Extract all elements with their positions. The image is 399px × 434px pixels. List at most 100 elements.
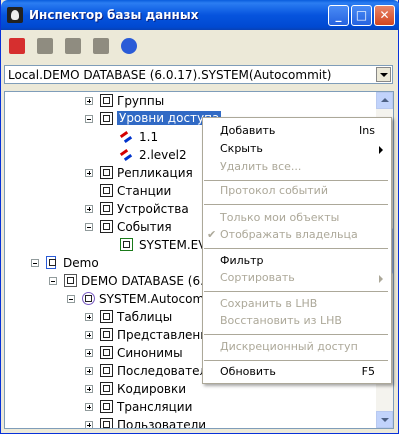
access-level-icon — [120, 148, 134, 160]
tree-node-label: Кодировки — [117, 382, 187, 396]
lock-icon — [65, 38, 81, 54]
collapse-icon[interactable] — [31, 259, 39, 267]
table-button[interactable] — [89, 34, 113, 58]
folder-icon — [100, 94, 113, 107]
tree-node-label: SYSTEM.Autocom — [99, 292, 205, 306]
menu-item-label: Обновить — [220, 365, 276, 378]
menu-item-label: Скрыть — [220, 142, 263, 155]
collapse-icon[interactable] — [67, 295, 75, 303]
tree-node-label: Репликация — [117, 166, 193, 180]
add-icon — [9, 38, 25, 54]
expand-icon[interactable] — [85, 331, 93, 339]
expand-icon[interactable] — [85, 421, 93, 428]
expand-icon[interactable] — [85, 349, 93, 357]
menu-item-save-lhb[interactable]: Сохранить в LHB — [203, 296, 389, 313]
maximize-button[interactable]: □ — [351, 5, 372, 26]
context-menu: Добавить Ins Скрыть Удалить все... Прото… — [202, 117, 392, 384]
menu-item-label: Протокол событий — [220, 184, 328, 197]
minimize-button[interactable]: _ — [328, 5, 349, 26]
menu-item-add[interactable]: Добавить Ins — [203, 123, 389, 140]
menu-item-only-my-objects[interactable]: Только мои объекты — [203, 210, 389, 227]
menu-item-label: Сохранить в LHB — [220, 297, 318, 310]
tree-node-label: Станции — [117, 184, 172, 198]
expand-icon[interactable] — [85, 205, 93, 213]
user-button[interactable] — [33, 34, 57, 58]
tree-node-label: Пользователи — [117, 418, 207, 429]
database-inspector-window: Инспектор базы данных _ □ ✕ Local.DEMO D… — [0, 0, 399, 434]
menu-item-show-owner[interactable]: ✔ Отображать владельца — [203, 227, 389, 244]
menu-item-filter[interactable]: Фильтр — [203, 253, 389, 270]
menu-item-label: Удалить все... — [220, 160, 302, 173]
tree-node-label: Трансляции — [117, 400, 193, 414]
tree-node-label: DEMO DATABASE (6. — [81, 274, 204, 288]
menu-separator — [204, 334, 388, 335]
connection-value: Local.DEMO DATABASE (6.0.17).SYSTEM(Auto… — [8, 68, 332, 82]
chevron-down-icon[interactable] — [376, 67, 391, 82]
expand-icon[interactable] — [85, 403, 93, 411]
app-icon — [7, 7, 23, 23]
folder-icon — [100, 166, 113, 179]
close-button[interactable]: ✕ — [374, 5, 395, 26]
folder-icon — [100, 418, 113, 428]
connection-select[interactable]: Local.DEMO DATABASE (6.0.17).SYSTEM(Auto… — [4, 65, 393, 84]
folder-icon — [100, 364, 113, 377]
menu-separator — [204, 291, 388, 292]
folder-icon — [100, 310, 113, 323]
menu-item-event-log[interactable]: Протокол событий — [203, 183, 389, 200]
menu-item-label: Сортировать — [220, 271, 295, 284]
submenu-arrow-icon — [379, 146, 383, 154]
connect-icon — [121, 38, 137, 54]
menu-separator — [204, 204, 388, 205]
submenu-arrow-icon — [379, 275, 383, 283]
scroll-down-button[interactable] — [376, 411, 393, 428]
menu-item-sort[interactable]: Сортировать — [203, 270, 389, 287]
tree-node-label: Группы — [117, 94, 165, 108]
lock-button[interactable] — [61, 34, 85, 58]
collapse-icon[interactable] — [85, 115, 93, 123]
folder-icon — [100, 184, 113, 197]
menu-item-label: Отображать владельца — [220, 228, 358, 241]
menu-item-restore-lhb[interactable]: Восстановить из LHB — [203, 313, 389, 330]
scroll-up-button[interactable] — [376, 92, 393, 109]
menu-item-label: Фильтр — [220, 254, 264, 267]
folder-icon — [100, 346, 113, 359]
expand-icon[interactable] — [85, 169, 93, 177]
tree-node-label: 1.1 — [139, 130, 159, 144]
folder-icon — [100, 382, 113, 395]
menu-item-hide[interactable]: Скрыть — [203, 141, 389, 158]
add-object-button[interactable] — [5, 34, 29, 58]
folder-icon — [100, 220, 113, 233]
menu-item-delete-all[interactable]: Удалить все... — [203, 159, 389, 176]
tree-node-label: События — [117, 220, 172, 234]
folder-icon — [100, 112, 113, 125]
database-icon — [64, 274, 77, 287]
expand-icon[interactable] — [85, 313, 93, 321]
folder-icon — [100, 328, 113, 341]
expand-icon[interactable] — [85, 385, 93, 393]
expand-icon[interactable] — [85, 97, 93, 105]
connect-button[interactable] — [117, 34, 141, 58]
window-title: Инспектор базы данных — [29, 8, 199, 22]
tree-node-label: Устройства — [117, 202, 189, 216]
access-level-icon — [120, 130, 134, 142]
title-bar[interactable]: Инспектор базы данных _ □ ✕ — [1, 0, 399, 30]
table-icon — [93, 38, 109, 54]
menu-separator — [204, 180, 388, 181]
collapse-icon[interactable] — [85, 223, 93, 231]
checkmark-icon: ✔ — [207, 228, 217, 241]
user-icon — [82, 292, 95, 305]
event-log-icon — [120, 238, 133, 251]
folder-icon — [100, 400, 113, 413]
tree-node-label: SYSTEM.EV — [139, 238, 207, 252]
tree-node-label: Таблицы — [117, 310, 173, 324]
expand-icon[interactable] — [85, 367, 93, 375]
menu-item-label: Дискреционный доступ — [220, 340, 358, 353]
user-icon — [37, 38, 53, 54]
menu-item-discretionary-access[interactable]: Дискреционный доступ — [203, 339, 389, 356]
menu-item-refresh[interactable]: Обновить F5 — [203, 364, 389, 381]
menu-item-shortcut: F5 — [361, 365, 375, 378]
folder-icon — [100, 202, 113, 215]
server-icon — [46, 256, 56, 269]
menu-item-label: Восстановить из LHB — [220, 314, 342, 327]
collapse-icon[interactable] — [49, 277, 57, 285]
